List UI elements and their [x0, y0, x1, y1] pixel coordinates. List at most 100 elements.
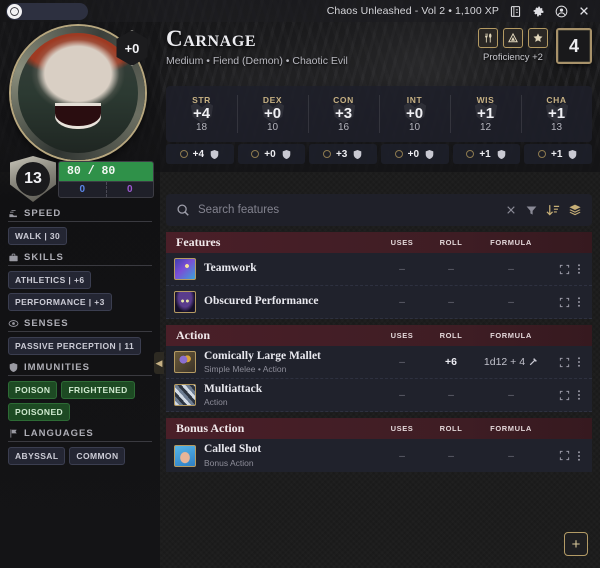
layers-icon[interactable]	[568, 203, 582, 217]
ability-score: 10	[408, 122, 421, 134]
column-header-roll: ROLL	[439, 424, 463, 433]
save-int[interactable]: +0	[381, 144, 449, 164]
section-label: SENSES	[24, 318, 69, 329]
sidebar-section-skills: SKILLS ATHLETICS | +6 PERFORMANCE | +3	[8, 252, 152, 311]
row-text: Teamwork	[196, 262, 376, 275]
save-modifier: +1	[550, 148, 563, 160]
challenge-rating-badge[interactable]: 4	[556, 28, 592, 64]
row-text: Comically Large Mallet Simple Melee • Ac…	[196, 350, 376, 374]
row-title: Multiattack	[204, 382, 263, 395]
table-row[interactable]: Teamwork – – –	[166, 253, 592, 286]
temp-hp-value[interactable]: 0	[59, 182, 106, 197]
gear-icon[interactable]	[531, 4, 545, 18]
expand-icon[interactable]	[559, 390, 570, 401]
account-icon[interactable]	[554, 4, 568, 18]
more-menu-icon[interactable]	[577, 263, 581, 275]
more-menu-icon[interactable]	[577, 450, 581, 462]
table-row[interactable]: Called Shot Bonus Action – – –	[166, 439, 592, 472]
sort-icon[interactable]	[546, 203, 560, 217]
language-chip-common[interactable]: COMMON	[69, 447, 126, 465]
save-con[interactable]: +3	[309, 144, 378, 164]
character-sidebar: +0 13 80 / 80 0 0 SPEED WALK | 30 SKILLS…	[0, 22, 160, 568]
ability-int[interactable]: INT +0 10	[379, 86, 450, 142]
avatar-detail	[55, 102, 101, 129]
cell-roll[interactable]: –	[428, 263, 474, 275]
expand-icon[interactable]	[559, 297, 570, 308]
cell-formula[interactable]: 1d12 + 4	[474, 356, 548, 368]
cell-roll[interactable]: –	[428, 296, 474, 308]
language-chip-abyssal[interactable]: ABYSSAL	[8, 447, 66, 465]
equipment-icon[interactable]	[503, 28, 523, 48]
clear-icon[interactable]	[505, 204, 517, 216]
ability-str[interactable]: STR +4 18	[166, 86, 237, 142]
section-header: SKILLS	[8, 252, 152, 266]
tools-icon[interactable]	[478, 28, 498, 48]
initiative-badge[interactable]: +0	[114, 30, 150, 66]
teamwork-icon	[174, 258, 196, 280]
ability-dex[interactable]: DEX +0 10	[237, 86, 308, 142]
skill-chip-performance[interactable]: PERFORMANCE | +3	[8, 293, 112, 311]
row-actions	[548, 356, 592, 368]
save-wis[interactable]: +1	[452, 144, 521, 164]
sidebar-collapse-handle[interactable]: ◀	[154, 352, 164, 374]
more-menu-icon[interactable]	[577, 296, 581, 308]
search-input[interactable]	[198, 204, 497, 216]
skill-chip-athletics[interactable]: ATHLETICS | +6	[8, 271, 92, 289]
ability-con[interactable]: CON +3 16	[308, 86, 379, 142]
immunity-chip-poison[interactable]: POISON	[8, 381, 58, 399]
row-title: Teamwork	[204, 262, 257, 275]
ability-label: CHA	[546, 94, 567, 105]
more-menu-icon[interactable]	[577, 389, 581, 401]
add-feature-button[interactable]: +	[564, 532, 588, 556]
cell-roll[interactable]: –	[428, 389, 474, 401]
expand-icon[interactable]	[559, 357, 570, 368]
hp-bar[interactable]: 80 / 80	[58, 161, 154, 181]
group-header-bonus-action: Bonus Action USES ROLL FORMULA	[166, 418, 592, 439]
cell-formula[interactable]: –	[474, 389, 548, 401]
armor-class-badge[interactable]: 13	[10, 156, 56, 202]
save-modifier: +0	[264, 148, 276, 160]
cell-formula[interactable]: –	[474, 450, 548, 462]
proficiency-dot-icon	[322, 150, 331, 158]
filter-icon[interactable]	[525, 204, 538, 217]
expand-icon[interactable]	[559, 264, 570, 275]
section-label: LANGUAGES	[24, 428, 94, 439]
ability-cha[interactable]: CHA +1 13	[521, 86, 592, 142]
table-row[interactable]: Comically Large Mallet Simple Melee • Ac…	[166, 346, 592, 379]
save-str[interactable]: +4	[166, 144, 234, 164]
cell-uses: –	[399, 296, 405, 308]
expand-icon[interactable]	[559, 450, 570, 461]
table-row[interactable]: Obscured Performance – – –	[166, 286, 592, 319]
ability-wis[interactable]: WIS +1 12	[450, 86, 521, 142]
app-logo-pill[interactable]	[6, 2, 88, 20]
top-bar: Chaos Unleashed - Vol 2 • 1,100 XP	[0, 0, 600, 22]
cell-formula[interactable]: –	[474, 296, 548, 308]
speed-chip[interactable]: WALK | 30	[8, 227, 68, 245]
proficiency-dot-icon	[179, 150, 188, 158]
more-menu-icon[interactable]	[577, 356, 581, 368]
section-header: SENSES	[8, 318, 152, 332]
immunity-chip-frightened[interactable]: FRIGHTENED	[61, 381, 135, 399]
cell-formula[interactable]: –	[474, 263, 548, 275]
formula-text: 1d12 + 4	[483, 356, 526, 368]
star-icon[interactable]	[528, 28, 548, 48]
section-header: IMMUNITIES	[8, 362, 152, 376]
ability-modifier: +1	[547, 104, 566, 122]
immunity-chip-poisoned[interactable]: POISONED	[8, 403, 71, 421]
campaign-title: Chaos Unleashed - Vol 2 • 1,100 XP	[326, 5, 499, 17]
journal-icon[interactable]	[508, 4, 522, 18]
shield-icon	[567, 149, 578, 160]
ability-label: INT	[406, 94, 423, 105]
save-cha[interactable]: +1	[524, 144, 593, 164]
column-header-formula: FORMULA	[490, 331, 532, 340]
close-icon[interactable]	[577, 4, 591, 18]
group-title: Bonus Action	[176, 421, 245, 435]
table-row[interactable]: Multiattack Action – – –	[166, 379, 592, 412]
cell-roll[interactable]: –	[428, 450, 474, 462]
column-header-roll: ROLL	[439, 238, 463, 247]
sense-chip-passive-perception[interactable]: PASSIVE PERCEPTION | 11	[8, 337, 142, 355]
proficiency-label: Proficiency +2	[483, 52, 543, 63]
extra-hp-value[interactable]: 0	[105, 182, 154, 197]
cell-roll[interactable]: +6	[428, 356, 474, 368]
save-dex[interactable]: +0	[237, 144, 306, 164]
